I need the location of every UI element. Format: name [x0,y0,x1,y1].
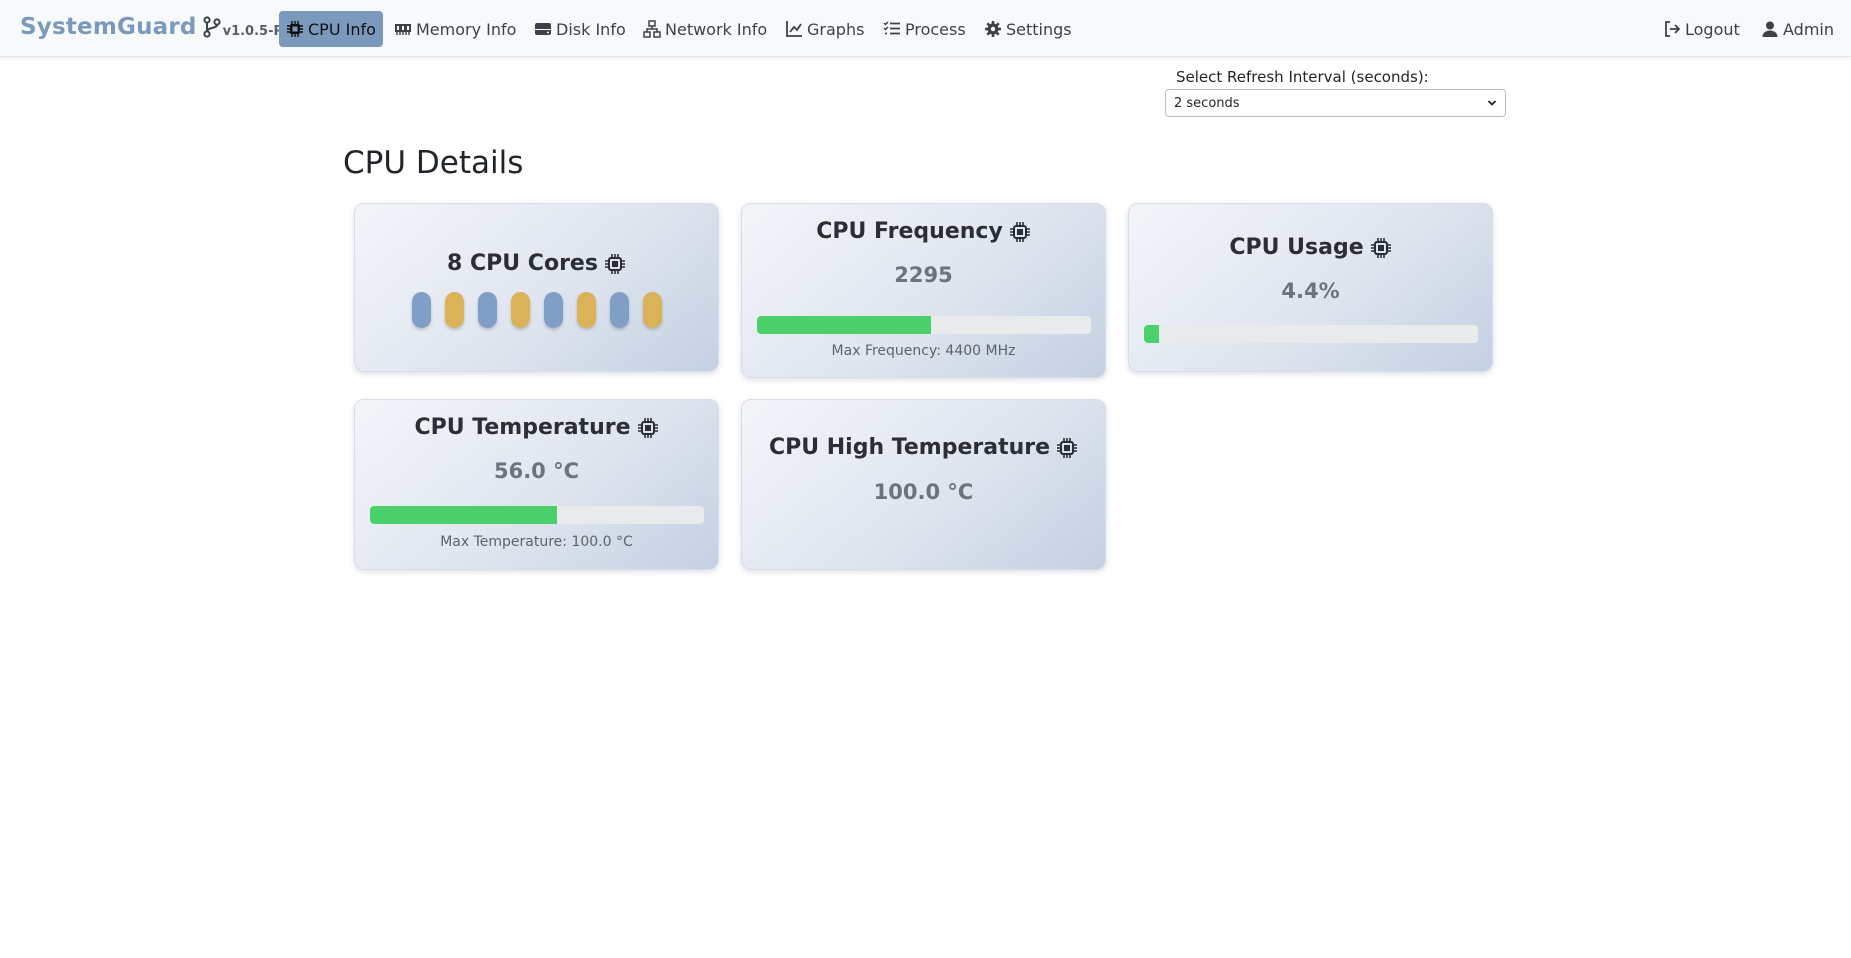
brand[interactable]: SystemGuard v1.0.5-Pre [20,14,298,40]
chevron-down-icon [1487,100,1497,106]
cpu-core-indicator [543,292,563,328]
cpu-chip-icon [1370,237,1391,258]
logout-icon [1665,21,1681,37]
cpu-cores-card: 8 CPU Cores [354,203,719,372]
cpu-chip-icon [637,417,658,438]
nav-cpu-info-label: CPU Info [308,19,376,39]
cpu-core-indicator [411,292,431,328]
chart-line-icon [786,21,802,37]
code-branch-icon [202,16,221,38]
cpu-frequency-value: 2295 [894,263,953,287]
nav-memory-info[interactable]: Memory Info [387,11,523,47]
refresh-interval-value: 2 seconds [1174,95,1240,111]
cpu-cores-row [355,292,718,328]
cpu-core-indicator [609,292,629,328]
nav-cpu-info[interactable]: CPU Info [279,11,383,47]
brand-name[interactable]: SystemGuard [20,14,197,40]
cpu-chip-icon [1009,221,1030,242]
cpu-core-indicator [444,292,464,328]
cpu-usage-bar [1144,325,1478,343]
nav-admin[interactable]: Admin [1754,11,1841,47]
nav-process[interactable]: Process [876,11,973,47]
nav-logout-label: Logout [1685,19,1740,39]
refresh-interval-label: Select Refresh Interval (seconds): [1176,68,1429,86]
cpu-frequency-card: CPU Frequency 2295 Max Frequency: 4400 M… [741,203,1106,378]
nav-settings[interactable]: Settings [977,11,1079,47]
gear-icon [985,21,1001,37]
cpu-core-indicator [510,292,530,328]
nav-disk-info[interactable]: Disk Info [527,11,633,47]
cpu-usage-title-text: CPU Usage [1229,235,1364,260]
nav-settings-label: Settings [1006,19,1072,39]
cpu-high-temperature-card: CPU High Temperature 100.0 °C [741,399,1106,570]
nav-logout[interactable]: Logout [1656,11,1747,47]
nav-admin-label: Admin [1783,19,1834,39]
cpu-high-temperature-title-text: CPU High Temperature [768,435,1051,460]
cpu-core-indicator [642,292,662,328]
nav-network-info-label: Network Info [665,19,768,39]
cpu-temperature-bar [370,506,704,524]
cpu-cores-title: 8 CPU Cores [355,251,718,276]
cpu-icon [287,21,303,37]
memory-icon [395,24,411,35]
cpu-usage-bar-fill [1144,325,1159,343]
cpu-temperature-bar-fill [370,506,558,524]
cpu-chip-icon [604,253,625,274]
cpu-high-temperature-title: CPU High Temperature [742,435,1105,460]
cpu-chip-icon [1057,437,1078,458]
cpu-frequency-title-text: CPU Frequency [816,219,1003,244]
cpu-frequency-title: CPU Frequency [742,219,1105,244]
disk-icon [535,23,551,35]
cpu-temperature-value: 56.0 °C [493,459,580,483]
cpu-frequency-bar-fill [757,316,932,334]
cpu-temperature-card: CPU Temperature 56.0 °C Max Temperature:… [354,399,719,570]
network-icon [643,20,661,38]
nav-graphs-label: Graphs [807,19,865,39]
top-navbar: SystemGuard v1.0.5-Pre CPU Info Memory I… [0,0,1851,57]
cpu-usage-title: CPU Usage [1129,235,1492,260]
nav-disk-info-label: Disk Info [556,19,626,39]
cpu-temperature-title-text: CPU Temperature [414,415,631,440]
cpu-frequency-bar [757,316,1091,334]
cpu-temperature-max-note: Max Temperature: 100.0 °C [440,534,633,550]
page-title: CPU Details [343,145,524,181]
refresh-interval-select[interactable]: 2 seconds [1165,89,1506,117]
nav-process-label: Process [905,19,966,39]
nav-memory-info-label: Memory Info [416,19,517,39]
cpu-high-temperature-value: 100.0 °C [873,480,974,504]
cpu-frequency-max-note: Max Frequency: 4400 MHz [831,343,1016,359]
cpu-core-indicator [576,292,596,328]
cpu-cores-title-text: 8 CPU Cores [447,251,598,276]
cpu-core-indicator [477,292,497,328]
nav-graphs[interactable]: Graphs [778,11,871,47]
cpu-usage-card: CPU Usage 4.4% [1128,203,1493,372]
cpu-temperature-title: CPU Temperature [355,415,718,440]
nav-network-info[interactable]: Network Info [636,11,774,47]
cpu-usage-value: 4.4% [1281,279,1340,303]
user-icon [1762,21,1778,37]
list-check-icon [883,21,900,35]
